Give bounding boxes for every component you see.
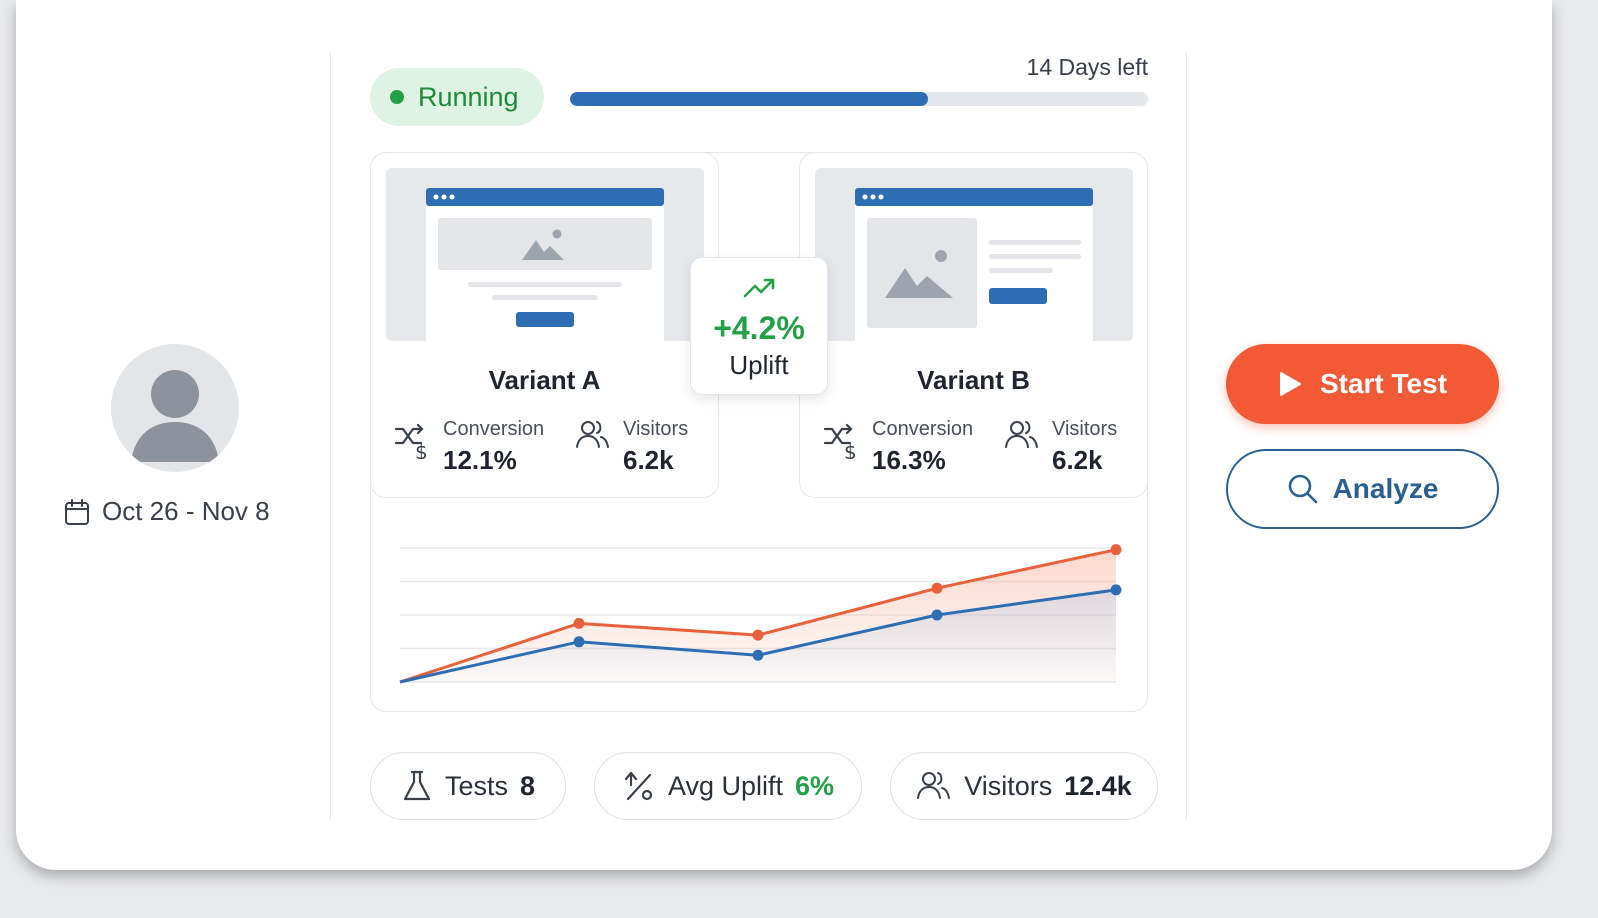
right-divider <box>1186 52 1187 820</box>
visitors-label: Visitors <box>964 770 1053 801</box>
days-left: 14 Days left <box>1026 54 1148 80</box>
series-1-point <box>573 636 585 648</box>
tests-stat: Tests 8 <box>370 752 566 820</box>
series-1-point <box>752 649 764 661</box>
analyze-label: Analyze <box>1332 473 1439 504</box>
variant-b-preview <box>815 168 1133 341</box>
status-dot-icon <box>390 90 404 104</box>
avg-uplift-label: Avg Uplift <box>667 770 784 801</box>
date-range-label: Oct 26 - Nov 8 <box>102 496 270 526</box>
conversion-icon: $ <box>394 423 428 459</box>
test-progress-bar <box>570 92 1148 106</box>
left-divider <box>330 52 331 820</box>
series-0-point <box>931 582 943 594</box>
status-label: Running <box>418 81 519 112</box>
test-progress-fill <box>570 92 929 106</box>
start-test-button[interactable]: Start Test <box>1226 344 1499 424</box>
uplift-value: +4.2% <box>713 310 805 346</box>
status-badge: Running <box>370 68 544 126</box>
svg-text:$: $ <box>844 440 857 459</box>
date-range: Oct 26 - Nov 8 <box>64 496 270 527</box>
variant-a-conversion-label: Conversion <box>443 418 545 440</box>
series-0-point <box>1110 544 1122 556</box>
calendar-icon <box>65 498 89 525</box>
svg-text:$: $ <box>415 440 428 459</box>
series-1-point <box>1110 584 1122 596</box>
users-icon <box>576 421 609 448</box>
variant-a-visitors: Visitors 6.2k <box>575 417 688 477</box>
variant-b-conversion: $ Conversion 16.3% <box>822 417 973 477</box>
conversion-trend-chart <box>399 544 1122 684</box>
play-icon <box>1279 372 1301 396</box>
tests-value: 8 <box>520 770 536 801</box>
uplift-badge: +4.2% Uplift <box>690 257 828 395</box>
variant-a-card[interactable]: Variant A $ Conversion 12.1% Visitors 6.… <box>370 152 719 498</box>
variant-a-visitors-label: Visitors <box>623 418 689 440</box>
variant-a-visitors-value: 6.2k <box>623 445 674 475</box>
variant-a-preview <box>386 168 704 341</box>
analyze-button[interactable]: Analyze <box>1226 449 1499 529</box>
variant-b-visitors: Visitors 6.2k <box>1004 417 1117 477</box>
variant-b-title: Variant B <box>917 365 1030 395</box>
users-icon <box>1005 421 1038 448</box>
variant-b-conversion-label: Conversion <box>872 418 974 440</box>
series-0-point <box>573 617 585 629</box>
visitors-value: 12.4k <box>1064 770 1132 801</box>
avg-uplift-value: 6% <box>795 770 835 801</box>
flask-icon <box>403 770 431 801</box>
avg-uplift-stat: Avg Uplift 6% <box>594 752 862 820</box>
layout-a-icon <box>426 188 664 341</box>
variant-b-visitors-label: Visitors <box>1052 418 1118 440</box>
variant-a-conversion: $ Conversion 12.1% <box>393 417 544 477</box>
trending-up-icon <box>743 278 775 298</box>
variant-b-card[interactable]: Variant B $ Conversion 16.3% Visitors 6.… <box>799 152 1148 498</box>
percent-trend-icon <box>624 771 653 801</box>
variant-b-conversion-value: 16.3% <box>872 445 946 475</box>
layout-b-icon <box>855 188 1093 341</box>
avatar[interactable] <box>111 344 239 472</box>
series-1-point <box>931 609 943 621</box>
users-icon <box>917 772 951 799</box>
uplift-label: Uplift <box>729 350 789 380</box>
start-test-label: Start Test <box>1319 368 1448 399</box>
user-icon <box>131 370 219 462</box>
conversion-icon: $ <box>823 423 857 459</box>
search-icon <box>1288 474 1317 504</box>
tests-label: Tests <box>444 770 508 801</box>
variant-b-visitors-value: 6.2k <box>1052 445 1103 475</box>
variant-a-title: Variant A <box>488 365 601 395</box>
visitors-stat: Visitors 12.4k <box>890 752 1158 820</box>
variant-a-conversion-value: 12.1% <box>443 445 517 475</box>
series-0-point <box>752 629 764 641</box>
